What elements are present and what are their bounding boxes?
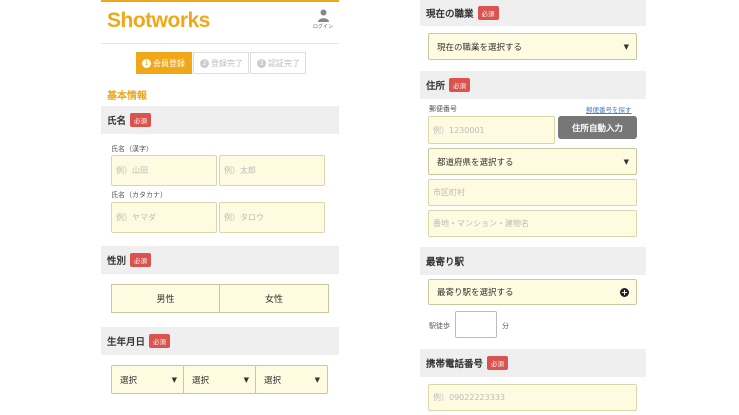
postal-code-label: 郵便番号	[429, 105, 457, 113]
birth-month-select[interactable]: 選択 ▼	[183, 365, 257, 394]
select-value: 現在の職業を選択する	[437, 42, 523, 53]
login-label: ログイン	[312, 24, 333, 30]
station-section-header: 最寄り駅	[420, 247, 646, 275]
station-select[interactable]: 最寄り駅を選択する +	[428, 279, 637, 305]
gender-section-header: 性別 必須	[101, 246, 339, 274]
prefecture-select[interactable]: 都道府県を選択する ▼	[428, 148, 637, 175]
phone-input[interactable]: 例）09022223333	[428, 384, 637, 411]
station-label: 最寄り駅	[426, 257, 465, 268]
select-value: 最寄り駅を選択する	[437, 288, 514, 298]
placeholder: 例）09022223333	[433, 393, 505, 402]
city-input[interactable]: 市区町村	[428, 179, 637, 206]
gender-female-label: 女性	[264, 295, 283, 305]
caret-down-icon: ▼	[623, 42, 629, 51]
required-badge: 必須	[487, 356, 509, 370]
step-label: 認証完了	[268, 58, 300, 68]
address-section-header: 住所 必須	[420, 71, 646, 99]
placeholder: 例）山田	[116, 166, 148, 175]
required-badge: 必須	[477, 6, 499, 20]
placeholder: 例）タロウ	[224, 213, 264, 222]
registration-form-right: 現在の職業 必須 現在の職業を選択する ▼ 住所 必須 郵便番号 郵便番号を探す…	[420, 0, 646, 415]
gender-female-option[interactable]: 女性	[219, 284, 329, 313]
caret-down-icon: ▼	[171, 375, 177, 384]
caret-down-icon: ▼	[314, 375, 320, 384]
header-divider	[101, 43, 339, 44]
gender-male-label: 男性	[156, 295, 175, 305]
placeholder: 市区町村	[433, 188, 465, 197]
plus-circle-icon: +	[620, 287, 629, 297]
select-value: 選択	[120, 375, 138, 386]
step-label: 登録完了	[211, 58, 243, 68]
basic-info-title: 基本情報	[107, 91, 147, 102]
select-value: 都道府県を選択する	[437, 157, 514, 168]
occupation-select[interactable]: 現在の職業を選択する ▼	[428, 33, 637, 60]
step-number: 1	[142, 58, 151, 68]
postal-code-input[interactable]: 例）1230001	[428, 116, 555, 144]
occupation-section-header: 現在の職業 必須	[420, 0, 646, 26]
step-number: 2	[200, 58, 209, 68]
address-autofill-label: 住所自動入力	[571, 123, 623, 134]
address-label: 住所	[426, 81, 446, 92]
birthdate-label: 生年月日	[107, 337, 146, 348]
address-autofill-button[interactable]: 住所自動入力	[558, 116, 637, 139]
placeholder: 例）1230001	[433, 125, 485, 135]
walk-minutes-label: 駅徒歩	[429, 322, 450, 330]
step-number: 3	[257, 58, 266, 68]
phone-label: 携帯電話番号	[426, 359, 484, 370]
step-1: 1 会員登録	[136, 52, 192, 74]
name-section-header: 氏名 必須	[101, 106, 339, 134]
street-address-input[interactable]: 番地・マンション・建物名	[428, 210, 637, 237]
required-badge: 必須	[449, 78, 471, 92]
select-value: 選択	[264, 375, 282, 386]
step-label: 会員登録	[153, 58, 185, 68]
last-name-kanji-input[interactable]: 例）山田	[111, 155, 217, 186]
occupation-label: 現在の職業	[426, 9, 474, 20]
placeholder: 番地・マンション・建物名	[433, 219, 529, 228]
gender-male-option[interactable]: 男性	[111, 284, 220, 313]
step-3: 3 認証完了	[250, 52, 306, 74]
kana-label: 氏名（カタカナ）	[111, 191, 167, 199]
placeholder: 例）太郎	[224, 166, 256, 175]
progress-steps: 1 会員登録 2 登録完了 3 認証完了	[136, 52, 306, 74]
user-icon	[317, 9, 329, 22]
name-label: 氏名	[107, 116, 127, 127]
gender-label: 性別	[107, 256, 127, 267]
required-badge: 必須	[149, 334, 171, 348]
placeholder: 例）ヤマダ	[116, 213, 156, 222]
first-name-kana-input[interactable]: 例）タロウ	[219, 202, 325, 233]
first-name-kanji-input[interactable]: 例）太郎	[219, 155, 325, 186]
walk-minutes-input[interactable]	[455, 311, 497, 338]
step-2: 2 登録完了	[193, 52, 249, 74]
required-badge: 必須	[130, 113, 152, 127]
phone-section-header: 携帯電話番号 必須	[420, 349, 646, 377]
login-button[interactable]: ログイン	[310, 9, 336, 30]
birth-year-select[interactable]: 選択 ▼	[111, 365, 185, 394]
caret-down-icon: ▼	[623, 157, 629, 166]
required-badge: 必須	[130, 253, 152, 267]
last-name-kana-input[interactable]: 例）ヤマダ	[111, 202, 217, 233]
postal-code-lookup-link[interactable]: 郵便番号を探す	[586, 104, 632, 114]
select-value: 選択	[192, 375, 210, 386]
registration-form-left: Shotworks ログイン 1 会員登録 2 登録完了 3 認証完了 基本情報…	[101, 0, 339, 415]
caret-down-icon: ▼	[243, 375, 249, 384]
logo[interactable]: Shotworks	[107, 9, 210, 33]
top-accent-bar	[101, 0, 339, 2]
kanji-label: 氏名（漢字）	[111, 145, 153, 153]
minutes-unit-label: 分	[502, 322, 509, 330]
birth-day-select[interactable]: 選択 ▼	[255, 365, 328, 394]
birthdate-section-header: 生年月日 必須	[101, 327, 339, 355]
